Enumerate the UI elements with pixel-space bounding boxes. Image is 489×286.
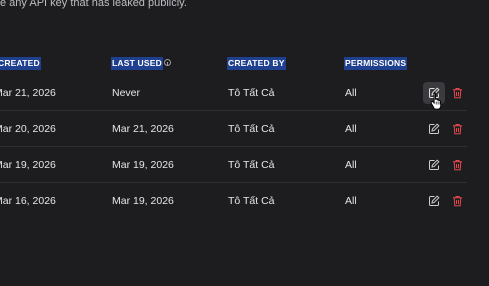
created-date: Mar 20, 2026 [0, 123, 56, 135]
table-row: Mar 16, 2026 Mar 19, 2026 Tô Tất Cả All [0, 183, 467, 219]
created-date: Mar 16, 2026 [0, 195, 56, 207]
edit-button[interactable] [423, 154, 445, 176]
created-by-name: Tô Tất Cả [228, 195, 275, 207]
created-date: Mar 21, 2026 [0, 87, 56, 99]
trash-icon [452, 88, 462, 99]
pencil-square-icon [429, 195, 440, 206]
api-keys-page: e any API key that has leaked publicly. … [0, 0, 489, 286]
permissions-value: All [345, 159, 357, 171]
edit-button[interactable] [423, 190, 445, 212]
column-header-last-used: LAST USED [111, 57, 163, 70]
last-used-date: Mar 19, 2026 [112, 159, 174, 171]
hand-pointer-cursor-icon [430, 92, 442, 110]
edit-button[interactable] [423, 118, 445, 140]
table-row: Mar 20, 2026 Mar 21, 2026 Tô Tất Cả All [0, 111, 467, 147]
permissions-value: All [345, 123, 357, 135]
delete-button[interactable] [449, 118, 465, 140]
pencil-square-icon [429, 159, 440, 170]
table-header: CREATED LAST USED CREATED BY PERMISSIONS [0, 57, 489, 73]
permissions-value: All [345, 87, 357, 99]
delete-button[interactable] [449, 82, 465, 104]
created-by-name: Tô Tất Cả [228, 123, 275, 135]
trash-icon [452, 196, 462, 207]
trash-icon [452, 124, 462, 135]
pencil-square-icon [429, 123, 440, 134]
last-used-date: Mar 19, 2026 [112, 195, 174, 207]
info-icon[interactable] [164, 59, 171, 66]
column-header-permissions: PERMISSIONS [344, 57, 408, 70]
last-used-date: Mar 21, 2026 [112, 123, 174, 135]
delete-button[interactable] [449, 154, 465, 176]
table-row: Mar 21, 2026 Never Tô Tất Cả All [0, 75, 467, 111]
column-header-created-by: CREATED BY [227, 57, 286, 70]
leak-notice-text: e any API key that has leaked publicly. [0, 0, 187, 9]
permissions-value: All [345, 195, 357, 207]
table-row: Mar 19, 2026 Mar 19, 2026 Tô Tất Cả All [0, 147, 467, 183]
created-by-name: Tô Tất Cả [228, 159, 275, 171]
trash-icon [452, 160, 462, 171]
column-header-created: CREATED [0, 57, 41, 70]
created-date: Mar 19, 2026 [0, 159, 56, 171]
delete-button[interactable] [449, 190, 465, 212]
last-used-date: Never [112, 87, 141, 99]
created-by-name: Tô Tất Cả [228, 87, 275, 99]
